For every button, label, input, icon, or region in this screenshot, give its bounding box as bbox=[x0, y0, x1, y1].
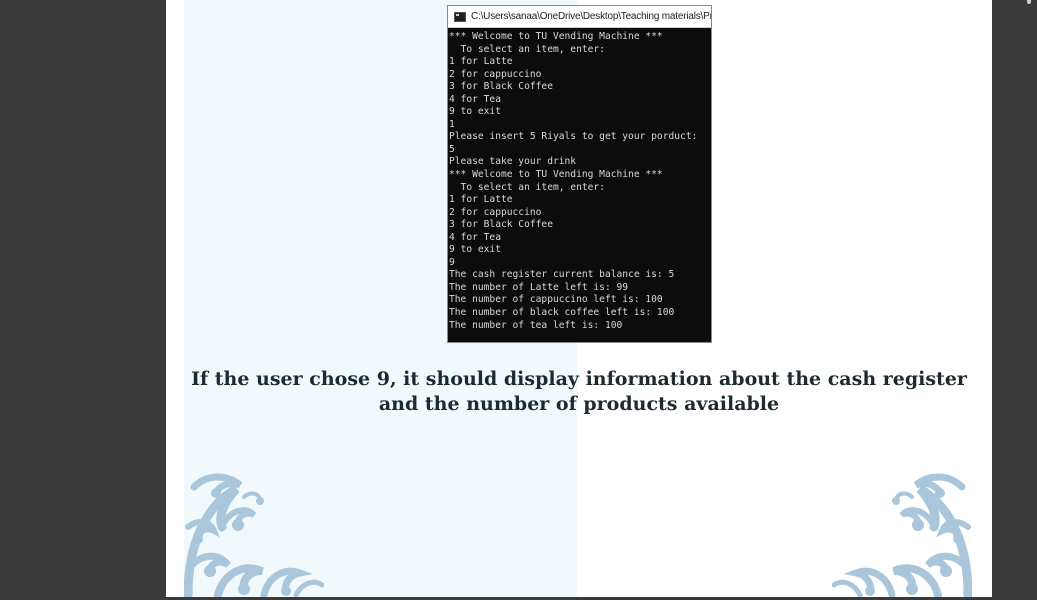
console-line: Please take your drink bbox=[449, 156, 577, 168]
slide: C:\Users\sanaa\OneDrive\Desktop\Teaching… bbox=[166, 0, 992, 597]
console-line: 9 to exit bbox=[449, 106, 501, 118]
console-screenshot: C:\Users\sanaa\OneDrive\Desktop\Teaching… bbox=[447, 5, 712, 343]
console-line: 1 for Latte bbox=[449, 56, 513, 68]
console-line: 2 for cappuccino bbox=[449, 206, 542, 218]
console-line: The number of black coffee left is: 100 bbox=[449, 307, 675, 319]
caption-line-1: If the user chose 9, it should display i… bbox=[191, 368, 967, 390]
console-line: To select an item, enter: bbox=[449, 43, 605, 55]
console-line: *** Welcome to TU Vending Machine *** bbox=[449, 31, 663, 42]
console-line: 9 bbox=[449, 256, 455, 268]
floral-ornament-left-icon bbox=[184, 473, 324, 597]
console-line: 1 bbox=[449, 118, 455, 130]
console-line: To select an item, enter: bbox=[449, 181, 605, 193]
console-line: The number of tea left is: 100 bbox=[449, 319, 623, 331]
caption-line-2: and the number of products available bbox=[378, 393, 780, 415]
console-line: Please insert 5 Riyals to get your pordu… bbox=[449, 131, 698, 143]
console-line: 1 for Latte bbox=[449, 194, 513, 206]
scroll-indicator[interactable] bbox=[1027, 0, 1031, 4]
console-window-icon bbox=[454, 11, 466, 22]
console-title: C:\Users\sanaa\OneDrive\Desktop\Teaching… bbox=[471, 11, 711, 22]
console-line: 3 for Black Coffee bbox=[449, 81, 553, 93]
console-output: *** Welcome to TU Vending Machine *** To… bbox=[448, 28, 711, 332]
console-line: The cash register current balance is: 5 bbox=[449, 269, 675, 281]
presentation-viewer: C:\Users\sanaa\OneDrive\Desktop\Teaching… bbox=[0, 0, 1037, 600]
console-line: 5 bbox=[449, 143, 455, 155]
floral-ornament-right-icon bbox=[832, 473, 972, 597]
console-line: 9 to exit bbox=[449, 244, 501, 256]
console-line: *** Welcome to TU Vending Machine *** bbox=[449, 169, 663, 181]
slide-caption: If the user chose 9, it should display i… bbox=[166, 367, 992, 417]
console-line: 4 for Tea bbox=[449, 93, 501, 105]
console-titlebar: C:\Users\sanaa\OneDrive\Desktop\Teaching… bbox=[448, 6, 711, 28]
console-line: The number of Latte left is: 99 bbox=[449, 281, 629, 293]
console-line: 3 for Black Coffee bbox=[449, 219, 553, 231]
console-line: 2 for cappuccino bbox=[449, 68, 542, 80]
console-line: The number of cappuccino left is: 100 bbox=[449, 294, 663, 306]
console-line: 4 for Tea bbox=[449, 231, 501, 243]
